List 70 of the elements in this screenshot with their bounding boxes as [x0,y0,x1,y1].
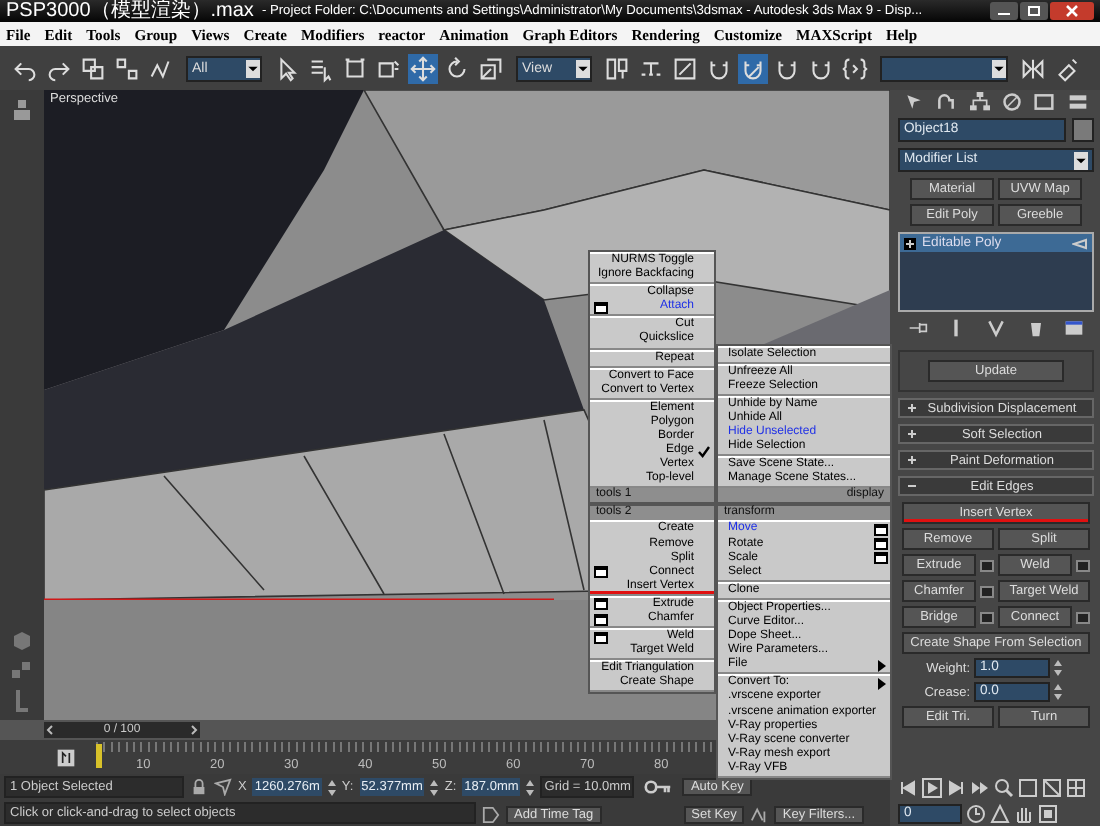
blocks-icon[interactable] [10,658,34,682]
spinner-icon[interactable] [1054,660,1062,676]
pointer-icon[interactable] [904,92,925,112]
options-box-icon[interactable] [874,538,888,551]
square-slash-icon[interactable] [670,53,700,83]
options-box-icon[interactable] [594,631,608,644]
bracket-icon[interactable] [10,688,34,712]
lock-icon[interactable] [190,778,208,796]
close-icon[interactable] [1050,2,1094,20]
dropdown-arrow-icon[interactable] [246,59,260,77]
circle-icon[interactable] [1002,92,1023,112]
options-box-icon[interactable] [874,523,888,536]
spinner-icon[interactable] [526,779,535,795]
plus-icon[interactable] [906,428,918,440]
next-frame-icon[interactable] [946,778,966,798]
last-frame-icon[interactable] [970,778,990,798]
dropdown-arrow-icon[interactable] [576,59,590,77]
move-icon[interactable] [408,53,438,83]
checkmark-icon [698,445,710,458]
bend-icon[interactable] [936,92,957,112]
settings-box-icon[interactable] [1076,559,1090,571]
expand-icon[interactable] [904,237,916,249]
options-box-icon[interactable] [874,552,888,565]
options-box-icon[interactable] [594,598,608,611]
magnet-icon[interactable] [738,53,768,83]
options-box-icon[interactable] [594,566,608,579]
zoom-all-icon[interactable] [1018,778,1038,798]
maximize-icon[interactable] [1020,2,1048,20]
curve-editor-icon[interactable] [56,747,76,767]
spinner-icon[interactable] [327,779,336,795]
configure-icon[interactable] [1064,318,1085,338]
overlapping-squares-icon[interactable] [78,53,108,83]
braces-icon[interactable] [840,53,870,83]
play-icon[interactable] [922,778,942,798]
cursor-icon[interactable] [214,778,232,796]
dropdown-arrow-icon[interactable] [1074,151,1088,169]
key-icon[interactable] [644,780,673,794]
settings-box-icon[interactable] [1076,611,1090,623]
separate-squares-icon[interactable] [112,53,142,83]
dropdown-arrow-icon[interactable] [992,59,1006,77]
hand-icon[interactable] [1014,804,1034,824]
tag-icon[interactable] [482,806,500,824]
options-box-icon[interactable] [594,613,608,626]
trash-icon[interactable] [1025,318,1046,338]
cube-icon[interactable] [10,628,34,652]
monitor-icon[interactable] [1034,92,1055,112]
pin-icon[interactable] [907,318,928,338]
align-icon[interactable] [1052,53,1082,83]
minimize-icon[interactable] [990,2,1018,20]
settings-box-icon[interactable] [980,611,994,623]
plus-icon[interactable] [906,402,918,414]
spinner-icon[interactable] [1054,684,1062,700]
frame-marker[interactable] [96,744,102,768]
named-selection-dropdown[interactable] [880,55,1008,81]
minus-icon[interactable] [906,480,918,492]
maximize-viewport-icon[interactable] [1038,804,1058,824]
triangle-icon[interactable] [990,804,1010,824]
grid-icon[interactable] [1066,778,1086,798]
settings-box-icon[interactable] [980,585,994,597]
scale-icon[interactable] [476,53,506,83]
settings-box-icon[interactable] [980,559,994,571]
search-icon[interactable] [994,778,1014,798]
hierarchy-icon[interactable] [969,92,990,112]
figure-icon[interactable] [10,98,34,122]
clock-icon[interactable] [966,804,986,824]
options-box-icon[interactable] [594,301,608,314]
spinner-icon[interactable] [430,779,439,795]
color-swatch[interactable] [1072,118,1094,142]
previous-frame-icon[interactable] [898,778,918,798]
plus-icon[interactable] [906,454,918,466]
